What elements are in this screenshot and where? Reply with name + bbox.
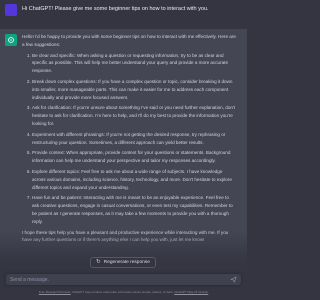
message-composer: [6, 274, 241, 285]
version-link[interactable]: ChatGPT May 24 Version: [174, 290, 208, 294]
user-avatar: [5, 4, 17, 16]
tips-list: Be clear and specific: When asking a que…: [22, 52, 236, 226]
regenerate-button[interactable]: ↻ Regenerate response: [90, 257, 156, 268]
regenerate-label: Regenerate response: [103, 260, 150, 265]
tip-item: Explore different topics: Feel free to a…: [32, 168, 236, 191]
tip-item: Have fun and be patient: Interacting wit…: [32, 194, 236, 225]
tip-item: Be clear and specific: When asking a que…: [32, 52, 236, 75]
tip-item: Experiment with different phrasings: If …: [32, 131, 236, 147]
message-input[interactable]: [10, 274, 220, 285]
footer-text: ChatGPT may produce inaccurate informati…: [70, 290, 175, 294]
refresh-icon: ↻: [96, 258, 101, 265]
user-message-text: Hi ChatGPT! Please give me some beginner…: [22, 6, 209, 12]
footer-disclaimer: Free Research Preview. ChatGPT may produ…: [0, 290, 247, 294]
tip-item: Ask for clarification: If you're unsure …: [32, 104, 236, 127]
tip-item: Break down complex questions: If you hav…: [32, 78, 236, 101]
chatgpt-logo-icon: [5, 34, 17, 46]
user-message-row: Hi ChatGPT! Please give me some beginner…: [0, 0, 247, 30]
assistant-message-body: Hello! I'd be happy to provide you with …: [22, 33, 236, 244]
openai-icon: [8, 37, 14, 43]
assistant-intro: Hello! I'd be happy to provide you with …: [22, 34, 236, 47]
research-preview-link[interactable]: Free Research Preview.: [39, 290, 71, 294]
tip-item: Provide context: When appropriate, provi…: [32, 149, 236, 165]
send-icon[interactable]: [230, 276, 237, 283]
